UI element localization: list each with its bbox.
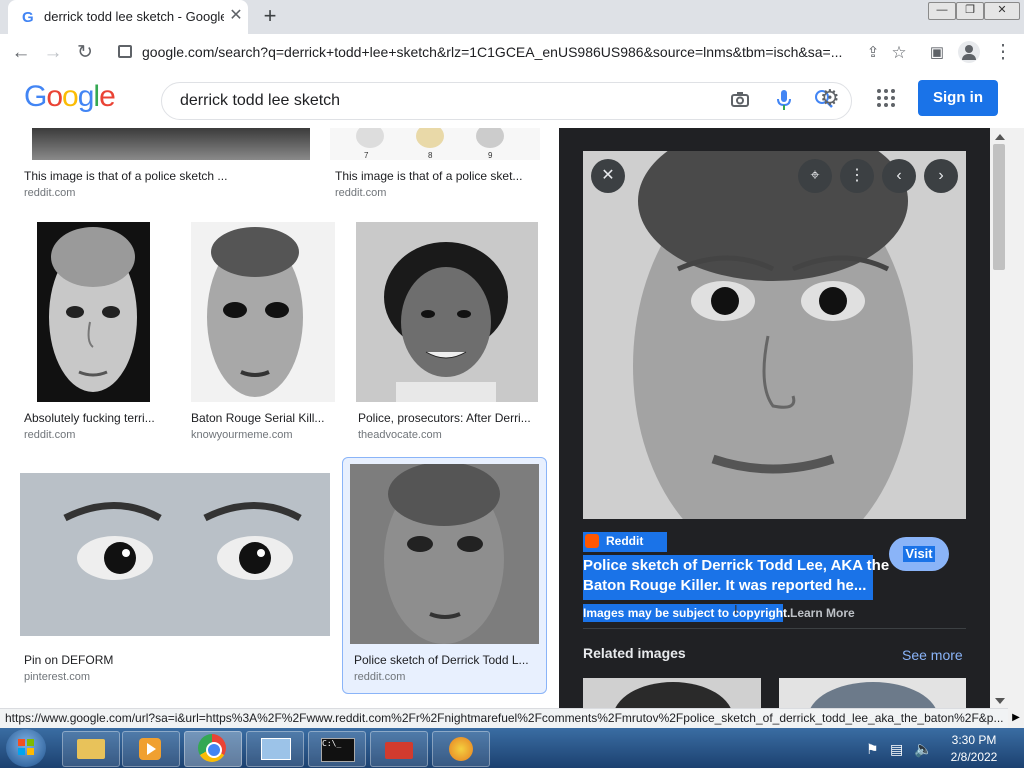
related-image[interactable] [779,678,966,708]
browser-tab[interactable]: G derrick todd lee sketch - Google ✕ [8,0,248,34]
restore-icon[interactable]: ❐ [956,2,984,20]
url-text: google.com/search?q=derrick+todd+lee+ske… [142,44,842,60]
result-caption[interactable]: Baton Rouge Serial Kill... [191,411,336,425]
start-button[interactable] [6,729,46,767]
result-image[interactable] [191,222,335,402]
result-image[interactable]: 7 8 9 [330,128,540,160]
result-caption[interactable]: This image is that of a police sketch ..… [24,169,304,183]
page-scrollbar[interactable] [990,128,1024,708]
paint-app-icon[interactable] [432,731,490,767]
result-caption[interactable]: Pin on DEFORM [24,653,304,667]
media-player-icon[interactable] [122,731,180,767]
status-url: https://www.google.com/url?sa=i&url=http… [5,711,1004,725]
google-favicon-icon: G [22,9,34,26]
clock-time[interactable]: 3:30 PM [944,733,1004,747]
visit-label[interactable]: Visit [903,546,935,561]
reload-icon[interactable]: ↻ [72,40,98,66]
browser-menu-icon[interactable]: ⋮ [990,40,1016,66]
learn-more-link[interactable]: Learn More [790,606,855,620]
control-panel-icon[interactable] [246,731,304,767]
share-icon[interactable]: ⇪ [860,40,886,66]
bookmark-star-icon[interactable]: ☆ [886,40,912,66]
result-image[interactable] [37,222,150,402]
network-icon[interactable]: ▤ [890,741,903,758]
window-close-icon[interactable]: ✕ [984,2,1020,20]
camera-search-icon[interactable] [730,89,750,109]
result-image[interactable] [32,128,310,160]
next-image-icon[interactable]: › [924,159,958,193]
command-prompt-icon[interactable]: C:\_ [308,731,366,767]
preview-title-line2[interactable]: Baton Rouge Killer. It was reported he..… [583,577,883,594]
microphone-icon[interactable] [774,89,794,111]
result-source: reddit.com [24,429,76,441]
reddit-favicon-icon [585,534,599,548]
scrollbar-thumb[interactable] [993,144,1005,270]
close-tab-icon[interactable]: ✕ [226,5,246,25]
new-tab-icon[interactable]: + [258,3,282,29]
logo-letter: e [99,80,116,113]
result-source: reddit.com [354,671,406,683]
previous-image-icon[interactable]: ‹ [882,159,916,193]
see-more-link[interactable]: See more [902,647,963,663]
copyright-notice: Images may be subject to copyright. [583,606,791,620]
text-cursor-icon: I [734,602,738,617]
logo-letter: G [24,80,47,113]
result-image[interactable] [350,464,539,644]
network-flag-icon[interactable]: ⚑ [866,741,879,758]
address-bar[interactable]: google.com/search?q=derrick+todd+lee+ske… [108,40,853,66]
result-source: pinterest.com [24,671,91,683]
preview-title-line1[interactable]: Police sketch of Derrick Todd Lee, AKA t… [583,557,889,574]
result-image[interactable] [356,222,538,402]
svg-text:8: 8 [428,151,433,160]
scroll-down-icon[interactable] [995,698,1005,704]
visit-button[interactable]: Visit [889,537,949,571]
related-image[interactable] [583,678,761,708]
result-source: reddit.com [24,187,76,199]
result-source: reddit.com [335,187,387,199]
result-caption[interactable]: Police, prosecutors: After Derri... [358,411,540,425]
sign-in-button[interactable]: Sign in [918,80,998,116]
settings-gear-icon[interactable]: ⚙ [820,86,844,110]
volume-icon[interactable]: 🔈 [914,740,933,758]
search-input[interactable]: derrick todd lee sketch [180,92,340,110]
result-source: knowyourmeme.com [191,429,293,441]
svg-text:9: 9 [488,151,493,160]
google-logo[interactable]: Google [24,80,116,114]
toolbox-icon[interactable] [370,731,428,767]
search-box[interactable]: derrick todd lee sketch [161,82,852,120]
lock-icon [118,45,132,58]
back-arrow-icon[interactable]: ← [8,40,34,66]
svg-text:7: 7 [364,151,369,160]
more-options-icon[interactable]: ⋮ [840,159,874,193]
preview-image[interactable] [583,151,966,519]
result-image[interactable] [20,473,330,636]
chrome-icon[interactable] [184,731,242,767]
lens-search-icon[interactable]: ⌖ [798,159,832,193]
minimize-icon[interactable]: — [928,2,956,20]
result-caption[interactable]: This image is that of a police sket... [335,169,535,183]
clock-date[interactable]: 2/8/2022 [944,750,1004,764]
divider [583,628,966,629]
tab-title: derrick todd lee sketch - Google [44,9,224,24]
file-explorer-icon[interactable] [62,731,120,767]
apps-grid-icon[interactable] [876,88,896,108]
site-name[interactable]: Reddit [606,534,643,548]
scroll-right-icon[interactable]: ▶ [1008,708,1024,728]
result-source: theadvocate.com [358,429,442,441]
scroll-up-icon[interactable] [995,134,1005,140]
close-preview-icon[interactable]: ✕ [591,159,625,193]
side-panel-icon[interactable]: ▣ [924,40,950,66]
forward-arrow-icon[interactable]: → [40,40,66,66]
profile-avatar-icon[interactable] [958,41,980,63]
result-caption[interactable]: Police sketch of Derrick Todd L... [354,653,539,667]
logo-letter: o [62,80,79,113]
link-status-bar: https://www.google.com/url?sa=i&url=http… [0,708,1008,729]
logo-letter: o [46,80,63,113]
related-images-heading: Related images [583,645,686,661]
logo-letter: g [77,80,95,113]
result-caption[interactable]: Absolutely fucking terri... [24,411,169,425]
